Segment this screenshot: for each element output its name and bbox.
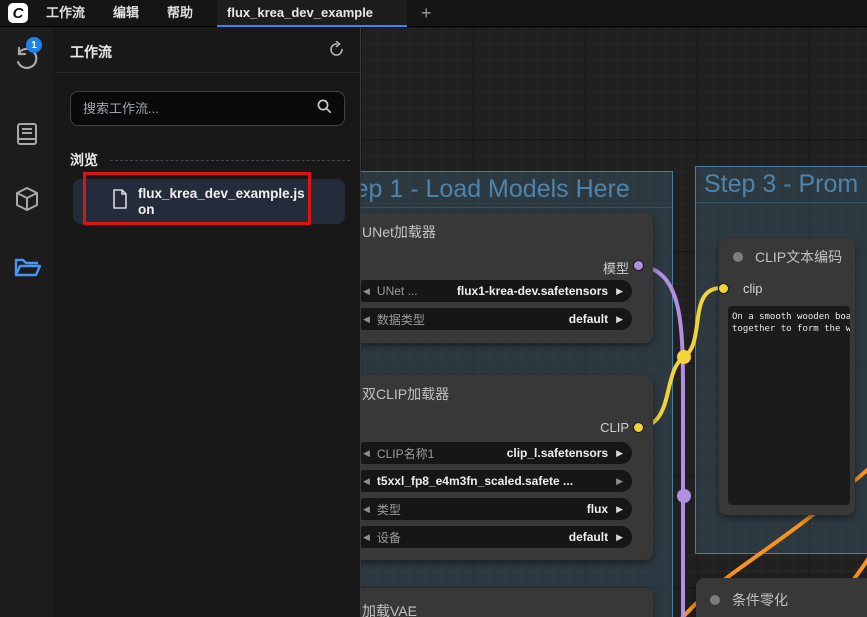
combo-right-arrow-icon[interactable]: ▶ xyxy=(616,286,623,297)
widget-weight-dtype[interactable]: ◀ 数据类型 default ▶ xyxy=(361,308,632,330)
search-input[interactable] xyxy=(83,101,316,116)
combo-left-arrow-icon[interactable]: ◀ xyxy=(363,286,370,297)
group-load-models-title: Step 1 - Load Models Here xyxy=(361,172,672,208)
node-unet-loader[interactable]: UNet加载器 模型 ◀ UNet ... flux1-krea-dev.saf… xyxy=(361,213,653,343)
workflow-search[interactable] xyxy=(70,91,345,126)
combo-right-arrow-icon[interactable]: ▶ xyxy=(616,476,623,487)
workflow-tab[interactable]: flux_krea_dev_example xyxy=(217,0,407,27)
new-workflow-tab-button[interactable]: + xyxy=(421,1,432,25)
widget-clip-name1[interactable]: ◀ CLIP名称1 clip_l.safetensors ▶ xyxy=(361,442,632,464)
prompt-textarea[interactable]: On a smooth wooden boar together to form… xyxy=(728,306,850,505)
divider xyxy=(55,72,360,73)
wire-model-reroute-dot xyxy=(677,489,691,503)
combo-left-arrow-icon[interactable]: ◀ xyxy=(363,476,370,487)
queue-icon[interactable] xyxy=(13,120,41,148)
combo-left-arrow-icon[interactable]: ◀ xyxy=(363,448,370,459)
dashed-divider xyxy=(110,160,350,161)
node-load-vae-title[interactable]: 加载VAE xyxy=(361,588,653,617)
output-port-clip[interactable] xyxy=(633,422,644,433)
refresh-icon[interactable] xyxy=(328,41,345,63)
graph-canvas[interactable]: Step 1 - Load Models Here Step 3 - Prom … xyxy=(361,27,867,617)
node-dualclip-loader[interactable]: 双CLIP加载器 CLIP ◀ CLIP名称1 clip_l.safetenso… xyxy=(361,375,653,560)
combo-left-arrow-icon[interactable]: ◀ xyxy=(363,532,370,543)
input-label-clip: clip xyxy=(743,281,763,296)
widget-unet-name[interactable]: ◀ UNet ... flux1-krea-dev.safetensors ▶ xyxy=(361,280,632,302)
menu-help[interactable]: 帮助 xyxy=(153,0,207,26)
combo-right-arrow-icon[interactable]: ▶ xyxy=(616,532,623,543)
workflow-file-item[interactable]: flux_krea_dev_example.json xyxy=(73,179,345,224)
wire-clip-reroute-dot xyxy=(677,350,691,364)
combo-left-arrow-icon[interactable]: ◀ xyxy=(363,504,370,515)
collapse-dot-icon[interactable] xyxy=(710,595,720,605)
sidebar-title: 工作流 xyxy=(70,42,112,62)
search-icon[interactable] xyxy=(316,98,332,119)
file-icon xyxy=(112,189,128,214)
output-port-model[interactable] xyxy=(633,260,644,271)
comfyui-logo-icon[interactable]: C xyxy=(8,3,28,23)
widget-device[interactable]: ◀ 设备 default ▶ xyxy=(361,526,632,548)
widget-clip-name2[interactable]: ◀ t5xxl_fp8_e4m3fn_scaled.safete ... ▶ xyxy=(361,470,632,492)
activity-rail: 1 xyxy=(0,27,55,617)
output-label-clip: CLIP xyxy=(600,420,629,435)
node-load-vae[interactable]: 加载VAE xyxy=(361,588,653,617)
workflows-sidebar: 工作流 浏览 xyxy=(55,27,361,617)
node-clip-text-encode[interactable]: CLIP文本编码 clip On a smooth wooden boar to… xyxy=(719,238,855,515)
workflow-file-name: flux_krea_dev_example.json xyxy=(138,186,306,218)
combo-left-arrow-icon[interactable]: ◀ xyxy=(363,314,370,325)
node-unet-loader-title[interactable]: UNet加载器 xyxy=(361,213,653,248)
menu-edit[interactable]: 编辑 xyxy=(99,0,153,26)
combo-right-arrow-icon[interactable]: ▶ xyxy=(616,504,623,515)
browse-section-label: 浏览 xyxy=(70,150,98,170)
widget-clip-type[interactable]: ◀ 类型 flux ▶ xyxy=(361,498,632,520)
combo-right-arrow-icon[interactable]: ▶ xyxy=(616,314,623,325)
history-badge: 1 xyxy=(26,37,42,53)
output-label-model: 模型 xyxy=(603,258,629,277)
node-clip-text-encode-title[interactable]: CLIP文本编码 xyxy=(719,238,855,273)
node-conditioning-zero-out[interactable]: 条件零化 xyxy=(696,578,867,617)
node-library-icon[interactable] xyxy=(13,185,41,213)
collapse-dot-icon[interactable] xyxy=(733,252,743,262)
top-menubar: C 工作流 编辑 帮助 flux_krea_dev_example + xyxy=(0,0,867,27)
combo-right-arrow-icon[interactable]: ▶ xyxy=(616,448,623,459)
workflows-folder-icon[interactable] xyxy=(13,253,41,281)
node-conditioning-zero-out-title[interactable]: 条件零化 xyxy=(696,578,867,616)
group-prompt-title: Step 3 - Prom xyxy=(696,167,867,203)
menu-workflow[interactable]: 工作流 xyxy=(32,0,99,26)
input-port-clip[interactable] xyxy=(718,283,729,294)
node-dualclip-loader-title[interactable]: 双CLIP加载器 xyxy=(361,375,653,410)
